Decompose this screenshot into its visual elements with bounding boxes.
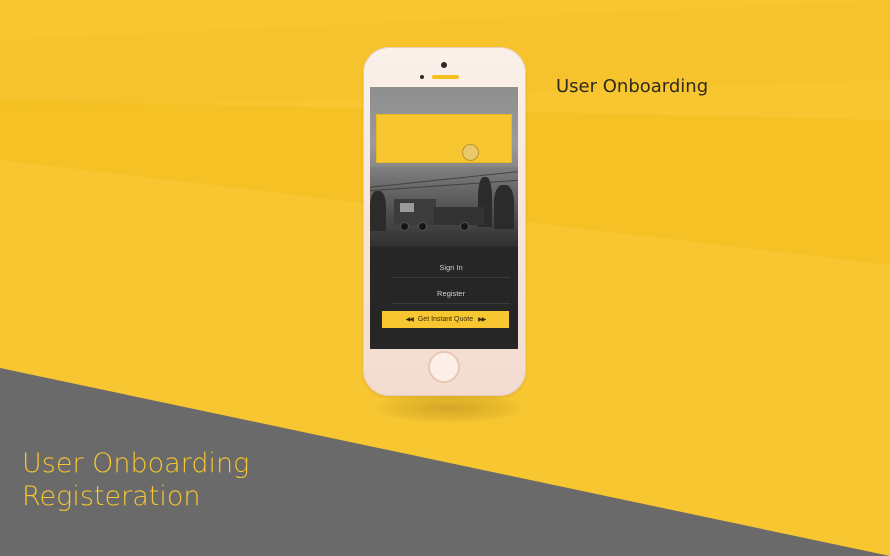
- home-button[interactable]: [428, 351, 460, 383]
- app-screen: Sign In Register ◀◀ Get Instant Quote ▶▶: [370, 87, 518, 349]
- register-button[interactable]: Register: [392, 283, 510, 304]
- chevrons-right-icon: ▶▶: [478, 317, 486, 323]
- get-instant-quote-label: Get Instant Quote: [417, 316, 474, 323]
- truck-wheel: [400, 222, 409, 231]
- chevrons-left-icon: ◀◀: [405, 317, 414, 323]
- caption-line-1: User Onboarding: [22, 448, 250, 479]
- phone-shadow: [375, 393, 523, 423]
- phone-mockup: Sign In Register ◀◀ Get Instant Quote ▶▶: [363, 47, 526, 396]
- tree-silhouette: [494, 185, 514, 229]
- logo-panel: [376, 114, 512, 163]
- truck-wheel: [460, 222, 469, 231]
- sensor-icon: [420, 75, 424, 79]
- section-title: User Onboarding: [556, 76, 709, 97]
- speaker-grille: [432, 75, 459, 79]
- camera-icon: [441, 62, 447, 68]
- logo-mark-icon: [462, 144, 479, 161]
- truck-wheel: [418, 222, 427, 231]
- caption-line-2: Registeration: [22, 481, 201, 512]
- tree-silhouette: [370, 191, 386, 231]
- hero-photo: [370, 167, 518, 247]
- get-instant-quote-button[interactable]: ◀◀ Get Instant Quote ▶▶: [382, 311, 509, 328]
- caption: User Onboarding Registeration: [22, 447, 249, 513]
- truck-window: [400, 203, 414, 212]
- sign-in-button[interactable]: Sign In: [392, 257, 510, 278]
- truck-trailer: [434, 207, 484, 225]
